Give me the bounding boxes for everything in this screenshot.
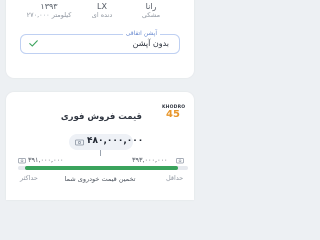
spec-gearbox-label: دنده ای bbox=[91, 10, 113, 19]
price-title: قیمت فروش فوری bbox=[60, 112, 142, 122]
spec-year: ۱۳۹۳ ۲۷۰,۰۰۰ کیلومتر bbox=[20, 2, 78, 19]
price-range-fill bbox=[24, 166, 178, 170]
estimate-pill: ۴۸۰,۰۰۰,۰۰۰ bbox=[69, 134, 143, 150]
options-value: بدون آپشن bbox=[132, 39, 169, 48]
banknote-icon bbox=[176, 158, 184, 164]
min-price-value: ۳۹۱,۰۰۰,۰۰۰ bbox=[28, 156, 64, 164]
options-legend: آپشن اتفاقی bbox=[122, 31, 160, 37]
options-field[interactable]: بدون آپشن bbox=[20, 34, 180, 54]
spec-trim: LX دنده ای bbox=[77, 2, 127, 19]
logo-number: 45 bbox=[166, 109, 180, 120]
min-label: حداقل bbox=[166, 174, 184, 182]
spec-mileage-label: ۲۷۰,۰۰۰ کیلومتر bbox=[26, 10, 72, 19]
car-summary-card: رانا مشکی LX دنده ای ۱۳۹۳ ۲۷۰,۰۰۰ کیلومت… bbox=[6, 0, 194, 78]
estimate-marker bbox=[100, 150, 101, 156]
banknote-icon bbox=[75, 139, 84, 146]
spec-color-label: مشکی bbox=[141, 10, 161, 19]
khodro45-logo: KHODRO 45 bbox=[162, 105, 185, 120]
check-icon bbox=[29, 40, 38, 47]
banknote-icon bbox=[18, 158, 26, 164]
instant-price-card: KHODRO 45 قیمت فروش فوری ۴۸۰,۰۰۰,۰۰۰ ۳۹۱… bbox=[6, 92, 194, 200]
estimate-value: ۴۸۰,۰۰۰,۰۰۰ bbox=[87, 136, 144, 146]
max-price-value: ۳۹۳,۰۰۰,۰۰۰ bbox=[132, 156, 168, 164]
spec-model: رانا مشکی bbox=[126, 2, 176, 19]
